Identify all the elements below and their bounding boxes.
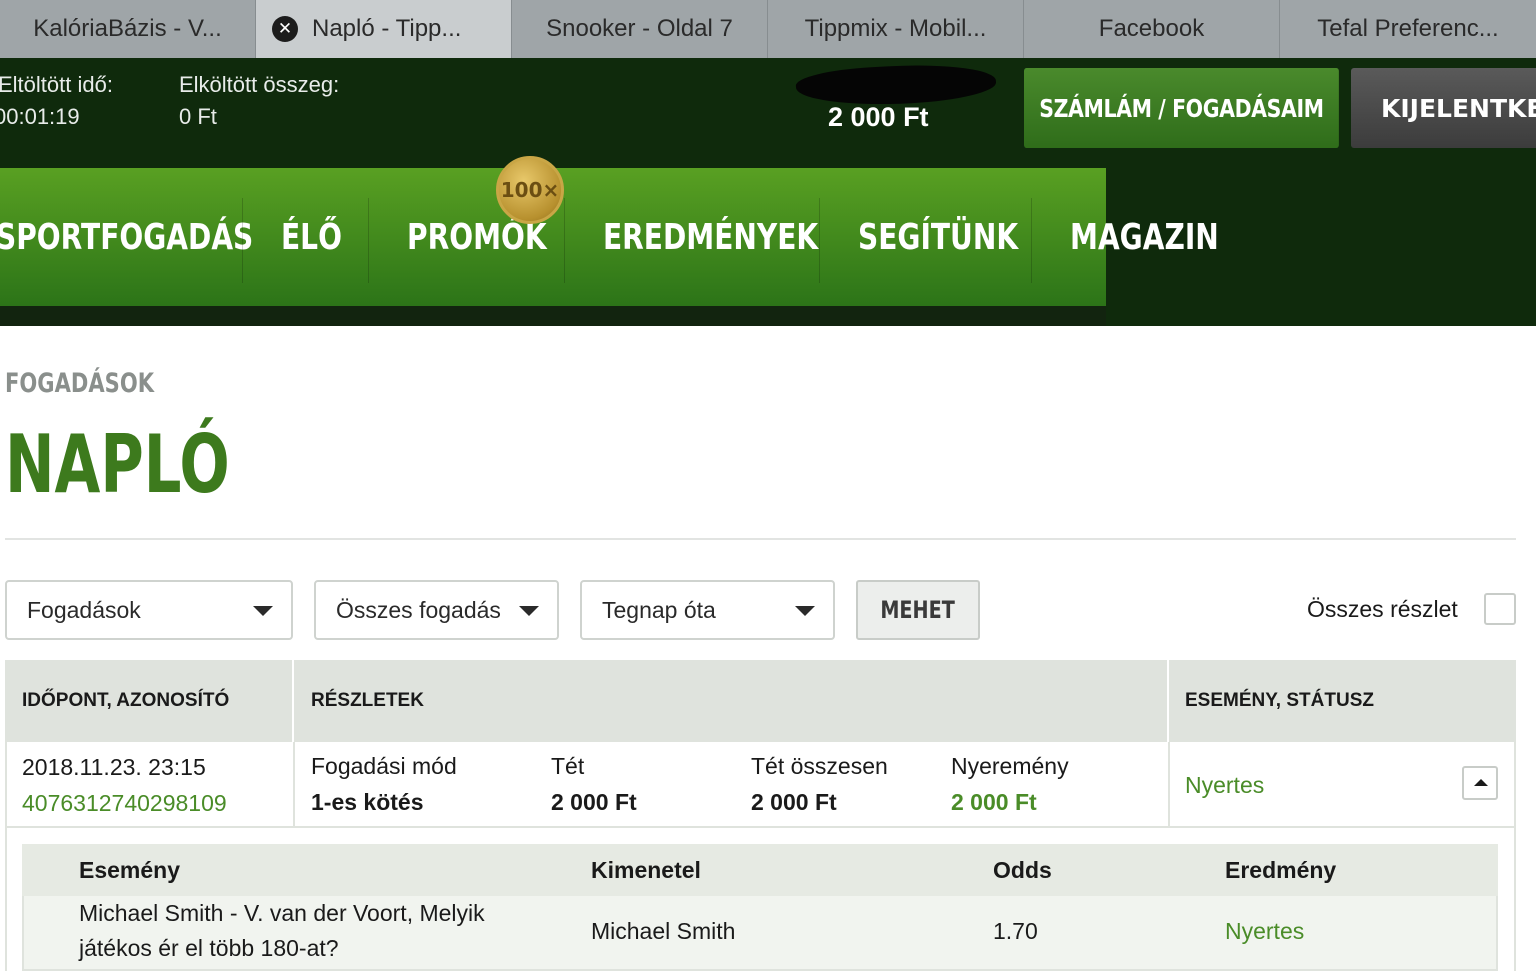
- browser-tab-active[interactable]: ✕ Napló - Tipp...: [256, 0, 512, 58]
- nav-divider: [368, 198, 369, 283]
- browser-tab-bar: KalóriaBázis - V... ✕ Napló - Tipp... Sn…: [0, 0, 1536, 58]
- go-button[interactable]: MEHET: [856, 580, 980, 640]
- detail-header-result: Eredmény: [1225, 857, 1337, 883]
- bet-mode-value: 1-es kötés: [311, 789, 424, 815]
- bet-mode-label: Fogadási mód: [311, 753, 457, 779]
- tab-label: Facebook: [1098, 15, 1205, 42]
- select-value: Tegnap óta: [602, 596, 716, 623]
- header-info-bar: Eltöltött idő: 00:01:19 Elköltött összeg…: [0, 58, 1536, 168]
- account-bets-button[interactable]: SZÁMLÁM / FOGADÁSAIM: [1024, 68, 1339, 148]
- browser-tab[interactable]: Facebook: [1024, 0, 1280, 58]
- detail-outcome: Michael Smith: [591, 918, 736, 944]
- detail-result: Nyertes: [1225, 918, 1305, 944]
- tab-label: KalóriaBázis - V...: [33, 15, 222, 42]
- column-divider: [1168, 742, 1170, 826]
- detail-header-event: Esemény: [79, 857, 181, 883]
- time-value: 00:01:19: [0, 104, 80, 129]
- column-header-event-status: ESEMÉNY, STÁTUSZ: [1185, 690, 1374, 711]
- spent-value: 0 Ft: [179, 104, 217, 129]
- total-stake-label: Tét összesen: [751, 753, 888, 779]
- detail-header-outcome: Kimenetel: [591, 857, 701, 883]
- site-header: Eltöltött idő: 00:01:19 Elköltött összeg…: [0, 58, 1536, 326]
- chevron-down-icon: [795, 606, 815, 616]
- bet-scope-select[interactable]: Összes fogadás: [314, 580, 559, 640]
- nav-divider: [1031, 198, 1032, 283]
- winnings-value: 2 000 Ft: [951, 789, 1037, 815]
- browser-tab[interactable]: KalóriaBázis - V...: [0, 0, 256, 58]
- table-header: IDŐPONT, AZONOSÍTÓ RÉSZLETEK ESEMÉNY, ST…: [5, 660, 1516, 742]
- period-select[interactable]: Tegnap óta: [580, 580, 835, 640]
- detail-header-odds: Odds: [993, 857, 1052, 883]
- collapse-row-button[interactable]: [1462, 766, 1498, 800]
- detail-event-line1: Michael Smith - V. van der Voort, Melyik: [79, 900, 485, 926]
- column-divider: [1167, 660, 1169, 742]
- promo-100x-badge-icon: 100×: [496, 156, 564, 224]
- tab-label: Tippmix - Mobil...: [804, 15, 987, 42]
- stake-label: Tét: [551, 753, 585, 779]
- column-divider: [293, 742, 295, 826]
- chevron-down-icon: [519, 606, 539, 616]
- total-stake-value: 2 000 Ft: [751, 789, 837, 815]
- chevron-up-icon: [1474, 779, 1488, 786]
- page-title: NAPLÓ: [5, 418, 230, 511]
- close-icon[interactable]: ✕: [272, 16, 298, 42]
- nav-eredmenyek[interactable]: EREDMÉNYEK: [603, 168, 818, 306]
- tab-label: Snooker - Oldal 7: [546, 15, 733, 42]
- all-details-checkbox[interactable]: [1484, 593, 1516, 625]
- bet-datetime: 2018.11.23. 23:15: [22, 754, 206, 780]
- detail-odds: 1.70: [993, 918, 1038, 944]
- stake-value: 2 000 Ft: [551, 789, 637, 815]
- winnings-label: Nyeremény: [951, 753, 1069, 779]
- nav-elo[interactable]: ÉLŐ: [281, 168, 342, 306]
- browser-tab[interactable]: Tefal Preferenc...: [1280, 0, 1536, 58]
- chevron-down-icon: [253, 606, 273, 616]
- nav-divider: [564, 198, 565, 283]
- nav-divider: [819, 198, 820, 283]
- tab-label: Tefal Preferenc...: [1317, 15, 1499, 42]
- badge-label: 100×: [500, 178, 560, 202]
- column-header-time: IDŐPONT, AZONOSÍTÓ: [22, 690, 230, 711]
- breadcrumb: FOGADÁSOK: [5, 368, 155, 399]
- select-value: Összes fogadás: [336, 596, 501, 623]
- divider: [5, 538, 1516, 540]
- nav-segitunk[interactable]: SEGÍTÜNK: [858, 168, 1018, 306]
- select-value: Fogadások: [27, 596, 141, 623]
- bet-id-link[interactable]: 4076312740298109: [22, 790, 227, 817]
- detail-event-line2: játékos ér el több 180-at?: [79, 935, 339, 961]
- logout-button[interactable]: KIJELENTKEZÉS: [1351, 68, 1536, 148]
- browser-tab[interactable]: Tippmix - Mobil...: [768, 0, 1024, 58]
- tab-label: Napló - Tipp...: [312, 15, 462, 42]
- status-badge: Nyertes: [1185, 772, 1265, 798]
- account-balance: 2 000 Ft: [828, 102, 929, 132]
- time-label: Eltöltött idő:: [0, 72, 113, 97]
- spent-label: Elköltött összeg:: [179, 72, 340, 97]
- nav-sportfogadas[interactable]: SPORTFOGADÁS: [0, 168, 253, 306]
- column-divider: [292, 660, 294, 742]
- go-button-label: MEHET: [880, 596, 956, 624]
- browser-tab[interactable]: Snooker - Oldal 7: [512, 0, 768, 58]
- all-details-label: Összes részlet: [1307, 596, 1458, 622]
- nav-magazin[interactable]: MAGAZIN: [1070, 168, 1219, 306]
- bet-type-select[interactable]: Fogadások: [5, 580, 293, 640]
- nav-divider: [242, 198, 243, 283]
- column-header-details: RÉSZLETEK: [311, 690, 424, 711]
